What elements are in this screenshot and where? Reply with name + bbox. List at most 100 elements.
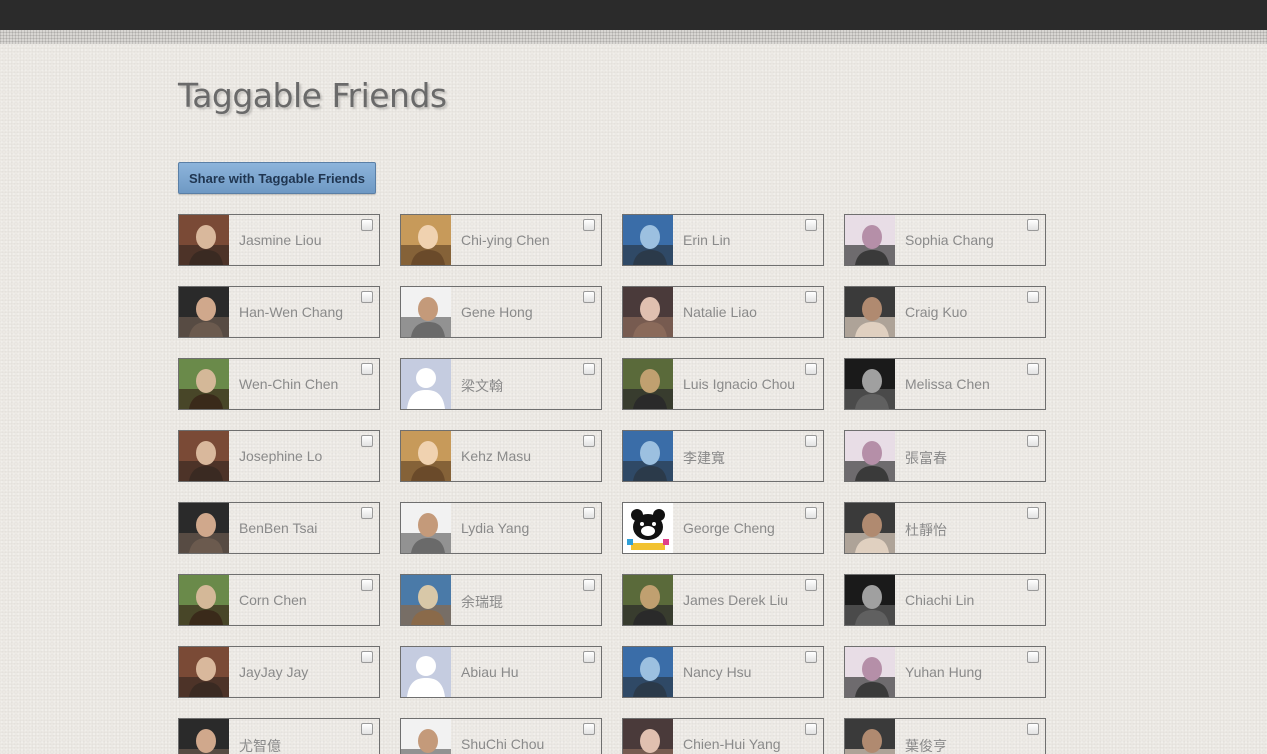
friend-card[interactable]: 余瑞琨 [400, 574, 602, 626]
friend-card[interactable]: 尤智億 [178, 718, 380, 754]
photo-woman-icon [623, 287, 673, 337]
friend-card[interactable]: 杜靜怡 [844, 502, 1046, 554]
friend-card[interactable]: Erin Lin [622, 214, 824, 266]
tag-checkbox[interactable] [583, 435, 595, 447]
top-navigation-bar [0, 0, 1267, 30]
tag-checkbox[interactable] [583, 363, 595, 375]
photo-garden-icon [179, 575, 229, 625]
friend-card[interactable]: Lydia Yang [400, 502, 602, 554]
tag-checkbox[interactable] [1027, 435, 1039, 447]
friend-card[interactable]: Melissa Chen [844, 358, 1046, 410]
tag-checkbox[interactable] [361, 363, 373, 375]
friend-card[interactable]: Yuhan Hung [844, 646, 1046, 698]
friend-card[interactable]: Chi-ying Chen [400, 214, 602, 266]
friend-card[interactable]: Abiau Hu [400, 646, 602, 698]
friend-name: Abiau Hu [461, 664, 519, 680]
photo-woman-icon [401, 503, 451, 553]
friend-name: Craig Kuo [905, 304, 968, 320]
tag-checkbox[interactable] [361, 219, 373, 231]
friend-card[interactable]: Chiachi Lin [844, 574, 1046, 626]
photo-woman-icon [179, 215, 229, 265]
photo-woman-icon [845, 503, 895, 553]
tag-checkbox[interactable] [805, 723, 817, 735]
tag-checkbox[interactable] [361, 723, 373, 735]
photo-woman-icon [845, 359, 895, 409]
tag-checkbox[interactable] [805, 435, 817, 447]
friend-name: Erin Lin [683, 232, 731, 248]
friend-card[interactable]: 梁文翰 [400, 358, 602, 410]
friend-name: Yuhan Hung [905, 664, 983, 680]
photo-beach-icon [623, 359, 673, 409]
friend-name: 葉俊亨 [905, 738, 947, 754]
friend-card[interactable]: George Cheng [622, 502, 824, 554]
friend-card[interactable]: Chien-Hui Yang [622, 718, 824, 754]
tag-checkbox[interactable] [361, 435, 373, 447]
tag-checkbox[interactable] [1027, 219, 1039, 231]
tag-checkbox[interactable] [1027, 507, 1039, 519]
photo-woman-icon [401, 575, 451, 625]
tag-checkbox[interactable] [361, 507, 373, 519]
friend-card[interactable]: James Derek Liu [622, 574, 824, 626]
tag-checkbox[interactable] [361, 651, 373, 663]
default-avatar-icon [401, 647, 451, 697]
friend-name: JayJay Jay [239, 664, 309, 680]
friend-card[interactable]: Wen-Chin Chen [178, 358, 380, 410]
friend-card[interactable]: 李建寬 [622, 430, 824, 482]
friend-card[interactable]: Sophia Chang [844, 214, 1046, 266]
friend-name: Chien-Hui Yang [683, 736, 781, 752]
tag-checkbox[interactable] [805, 579, 817, 591]
friend-card[interactable]: Craig Kuo [844, 286, 1046, 338]
friend-card[interactable]: Natalie Liao [622, 286, 824, 338]
tag-checkbox[interactable] [1027, 291, 1039, 303]
tag-checkbox[interactable] [805, 291, 817, 303]
friend-card[interactable]: Nancy Hsu [622, 646, 824, 698]
friend-card[interactable]: 葉俊亨 [844, 718, 1046, 754]
tag-checkbox[interactable] [583, 579, 595, 591]
photo-woman-icon [623, 647, 673, 697]
tag-checkbox[interactable] [1027, 363, 1039, 375]
friend-card[interactable]: Josephine Lo [178, 430, 380, 482]
friend-card[interactable]: BenBen Tsai [178, 502, 380, 554]
tag-checkbox[interactable] [583, 219, 595, 231]
friend-name: Nancy Hsu [683, 664, 752, 680]
tag-checkbox[interactable] [361, 579, 373, 591]
tag-checkbox[interactable] [361, 291, 373, 303]
photo-tree-icon [845, 215, 895, 265]
tag-checkbox[interactable] [583, 723, 595, 735]
photo-woman-icon [623, 719, 673, 754]
tag-checkbox[interactable] [1027, 579, 1039, 591]
friend-card[interactable]: Kehz Masu [400, 430, 602, 482]
friend-card[interactable]: Corn Chen [178, 574, 380, 626]
photo-woman-icon [179, 359, 229, 409]
tag-checkbox[interactable] [1027, 723, 1039, 735]
friend-name: Sophia Chang [905, 232, 994, 248]
friend-card[interactable]: Han-Wen Chang [178, 286, 380, 338]
friend-card[interactable]: Gene Hong [400, 286, 602, 338]
friend-name: 余瑞琨 [461, 594, 503, 610]
photo-man-icon [401, 287, 451, 337]
tag-checkbox[interactable] [805, 651, 817, 663]
tag-checkbox[interactable] [805, 363, 817, 375]
friend-name: 張富春 [905, 450, 947, 466]
tag-checkbox[interactable] [805, 219, 817, 231]
photo-man-icon [845, 719, 895, 754]
tag-checkbox[interactable] [1027, 651, 1039, 663]
friend-card[interactable]: Luis Ignacio Chou [622, 358, 824, 410]
share-with-taggable-friends-button[interactable]: Share with Taggable Friends [178, 162, 376, 194]
friend-name: Gene Hong [461, 304, 533, 320]
photo-man-icon [179, 287, 229, 337]
friend-name: BenBen Tsai [239, 520, 318, 536]
tag-checkbox[interactable] [583, 291, 595, 303]
friend-card[interactable]: 張富春 [844, 430, 1046, 482]
friend-card[interactable]: Jasmine Liou [178, 214, 380, 266]
tag-checkbox[interactable] [583, 507, 595, 519]
top-bar-pattern-strip [0, 30, 1267, 44]
photo-woman-icon [179, 431, 229, 481]
tag-checkbox[interactable] [805, 507, 817, 519]
friend-card[interactable]: ShuChi Chou [400, 718, 602, 754]
tag-checkbox[interactable] [583, 651, 595, 663]
photo-city-icon [401, 719, 451, 754]
photo-couple-icon [845, 287, 895, 337]
friend-name: Han-Wen Chang [239, 304, 344, 320]
friend-card[interactable]: JayJay Jay [178, 646, 380, 698]
